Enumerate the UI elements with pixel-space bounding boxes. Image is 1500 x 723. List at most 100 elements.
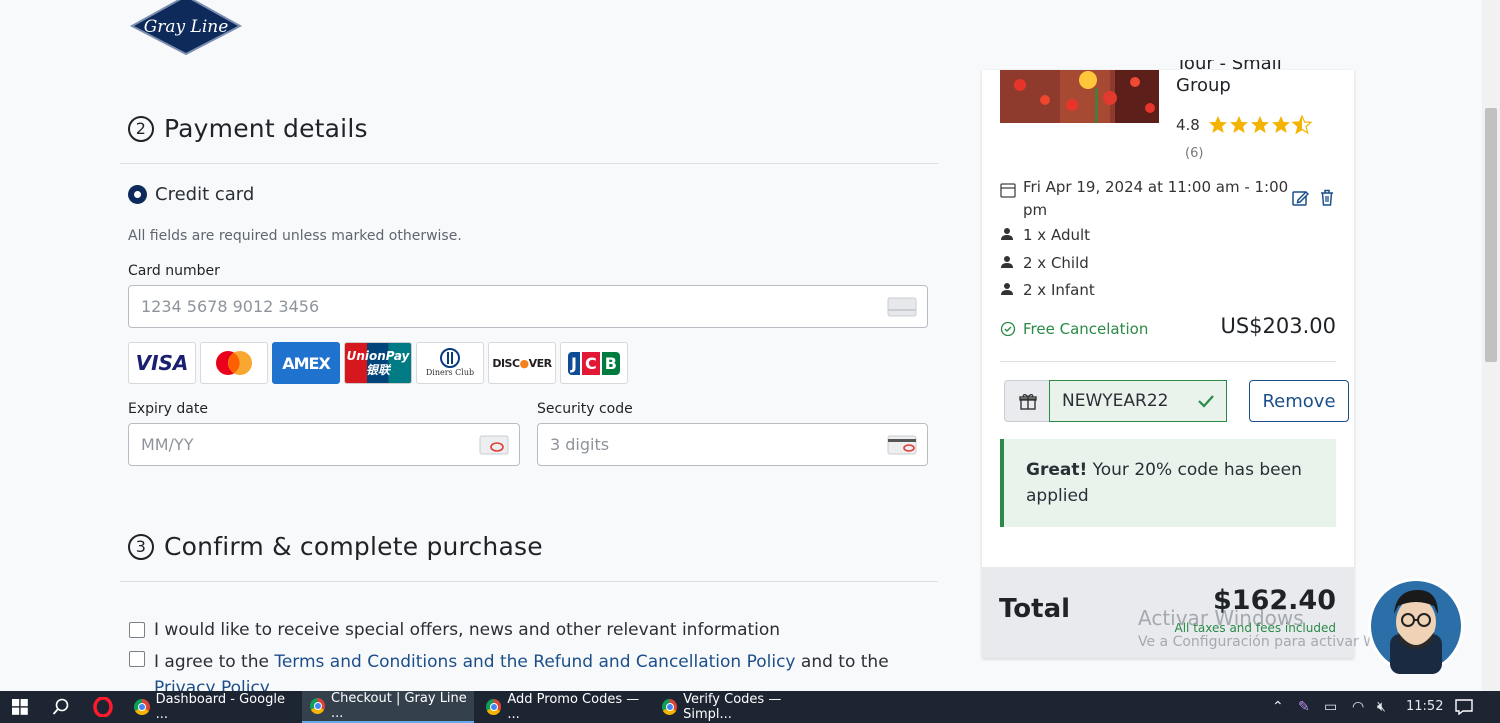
wifi-icon[interactable]: ◠ bbox=[1352, 699, 1364, 715]
review-count: (6) bbox=[1185, 146, 1204, 161]
windows-activation-title: Activar Windows bbox=[1138, 606, 1304, 630]
total-label: Total bbox=[999, 594, 1071, 624]
taskbar-item-dashboard[interactable]: Dashboard - Google ... bbox=[126, 691, 298, 723]
promo-code-field[interactable]: NEWYEAR22 bbox=[1049, 380, 1227, 422]
chrome-icon bbox=[134, 699, 150, 715]
taskbar-item-add-promo[interactable]: Add Promo Codes — ... bbox=[478, 691, 650, 723]
windows-taskbar: Dashboard - Google ... Checkout | Gray L… bbox=[0, 691, 1500, 723]
clock[interactable]: 11:52 bbox=[1406, 699, 1443, 714]
gift-icon-box bbox=[1004, 380, 1050, 422]
remove-promo-button[interactable]: Remove bbox=[1249, 380, 1349, 422]
card-number-input[interactable] bbox=[139, 296, 887, 317]
expiry-label: Expiry date bbox=[128, 401, 208, 417]
star-rating-icon bbox=[1208, 115, 1312, 134]
chat-assistant-avatar[interactable] bbox=[1366, 576, 1466, 676]
person-icon bbox=[1001, 283, 1013, 295]
check-circle-icon bbox=[1000, 321, 1016, 337]
person-icon bbox=[1001, 256, 1013, 268]
step-number-2: 2 bbox=[128, 115, 154, 142]
calendar-icon bbox=[1000, 183, 1016, 198]
gray-line-logo[interactable]: Gray Line bbox=[128, 0, 244, 58]
ticket-infant: 2 x Infant bbox=[1023, 281, 1095, 299]
date-line1: Fri Apr 19, 2024 at 11:00 am - 1:00 bbox=[1023, 178, 1289, 196]
expiry-field[interactable] bbox=[128, 423, 520, 466]
step-number-3: 3 bbox=[128, 533, 154, 560]
pen-icon[interactable]: ✎ bbox=[1298, 699, 1310, 715]
diners-club-logo: Diners Club bbox=[416, 342, 484, 384]
windows-start-icon[interactable] bbox=[12, 699, 28, 715]
terms-prefix: I agree to the bbox=[154, 652, 275, 672]
offers-option[interactable]: I would like to receive special offers, … bbox=[129, 620, 780, 640]
rating-value: 4.8 bbox=[1176, 116, 1200, 134]
divider bbox=[1000, 361, 1336, 362]
payment-heading-text: Payment details bbox=[164, 114, 368, 143]
terms-suffix: and to the bbox=[795, 652, 889, 672]
expiry-input[interactable] bbox=[139, 434, 479, 455]
free-cancelation-text: Free Cancelation bbox=[1023, 320, 1149, 338]
trash-icon[interactable] bbox=[1318, 188, 1336, 207]
success-bold: Great! bbox=[1026, 460, 1088, 480]
search-icon[interactable] bbox=[52, 698, 70, 716]
jcb-logo: J C B bbox=[560, 342, 628, 384]
card-cvv-icon bbox=[887, 435, 917, 454]
confirm-heading-text: Confirm & complete purchase bbox=[164, 532, 543, 561]
offers-checkbox[interactable] bbox=[129, 622, 145, 638]
security-field[interactable] bbox=[537, 423, 928, 466]
opera-icon[interactable] bbox=[93, 697, 113, 717]
chrome-icon bbox=[662, 699, 678, 715]
ticket-row-adult: 1 x Adult bbox=[1000, 226, 1090, 244]
logo-text: Gray Line bbox=[144, 17, 229, 37]
card-expiry-icon bbox=[479, 435, 509, 454]
terms-link[interactable]: Terms and Conditions and the Refund and … bbox=[274, 652, 795, 672]
amex-logo: AM EX bbox=[272, 342, 340, 384]
volume-muted-icon[interactable]: 🔇︎ bbox=[1377, 699, 1386, 715]
security-input[interactable] bbox=[548, 434, 887, 455]
discover-logo: DISC●VER bbox=[488, 342, 556, 384]
tour-title-line1: Tour - Small bbox=[1176, 60, 1282, 74]
card-brands: VISA AM EX UnionPay 银联 Diners Club DISC●VE… bbox=[128, 342, 628, 384]
credit-card-label: Credit card bbox=[155, 184, 255, 205]
date-line2: pm bbox=[1023, 201, 1048, 219]
tour-thumbnail[interactable] bbox=[1000, 70, 1159, 123]
ticket-child: 2 x Child bbox=[1023, 254, 1089, 272]
divider bbox=[120, 163, 938, 164]
rating: 4.8 bbox=[1176, 115, 1314, 135]
taskbar-item-verify-codes[interactable]: Verify Codes — Simpl... bbox=[654, 691, 826, 723]
free-cancelation: Free Cancelation bbox=[1000, 320, 1148, 338]
checkmark-icon bbox=[1198, 395, 1214, 408]
security-label: Security code bbox=[537, 401, 633, 417]
unionpay-logo: UnionPay 银联 bbox=[344, 342, 412, 384]
divider bbox=[120, 581, 938, 582]
card-number-label: Card number bbox=[128, 263, 220, 279]
required-note: All fields are required unless marked ot… bbox=[128, 228, 462, 244]
card-number-field[interactable] bbox=[128, 285, 928, 328]
credit-card-option[interactable]: Credit card bbox=[128, 184, 254, 205]
ticket-row-infant: 2 x Infant bbox=[1000, 281, 1095, 299]
visa-logo: VISA bbox=[128, 342, 196, 384]
taskbar-item-checkout[interactable]: Checkout | Gray Line ... bbox=[302, 691, 474, 723]
scrollbar-thumb[interactable] bbox=[1485, 108, 1497, 362]
mastercard-logo bbox=[200, 342, 268, 384]
ticket-adult: 1 x Adult bbox=[1023, 226, 1091, 244]
terms-checkbox[interactable] bbox=[129, 651, 145, 667]
chrome-icon bbox=[486, 699, 502, 715]
offers-text: I would like to receive special offers, … bbox=[154, 620, 781, 640]
battery-icon[interactable]: ▭ bbox=[1324, 699, 1337, 715]
edit-icon[interactable] bbox=[1291, 189, 1309, 207]
date-row: Fri Apr 19, 2024 at 11:00 am - 1:00 pm bbox=[1000, 176, 1290, 222]
gift-icon bbox=[1018, 394, 1037, 410]
ticket-row-child: 2 x Child bbox=[1000, 254, 1089, 272]
confirm-heading: 3 Confirm & complete purchase bbox=[128, 532, 543, 561]
notifications-icon[interactable] bbox=[1455, 699, 1473, 715]
tour-title[interactable]: Tour - Small Group bbox=[1176, 60, 1336, 102]
tour-title-line2: Group bbox=[1176, 75, 1231, 96]
person-icon bbox=[1001, 228, 1013, 240]
card-icon bbox=[887, 297, 917, 316]
payment-heading: 2 Payment details bbox=[128, 114, 368, 143]
credit-card-radio[interactable] bbox=[128, 185, 147, 204]
subtotal-price: US$203.00 bbox=[1220, 314, 1336, 338]
promo-code-value[interactable]: NEWYEAR22 bbox=[1062, 391, 1168, 411]
chevron-up-icon[interactable]: ⌃ bbox=[1272, 699, 1284, 715]
promo-success-message: Great! Your 20% code has been applied bbox=[1000, 439, 1336, 527]
chrome-icon bbox=[310, 698, 326, 714]
